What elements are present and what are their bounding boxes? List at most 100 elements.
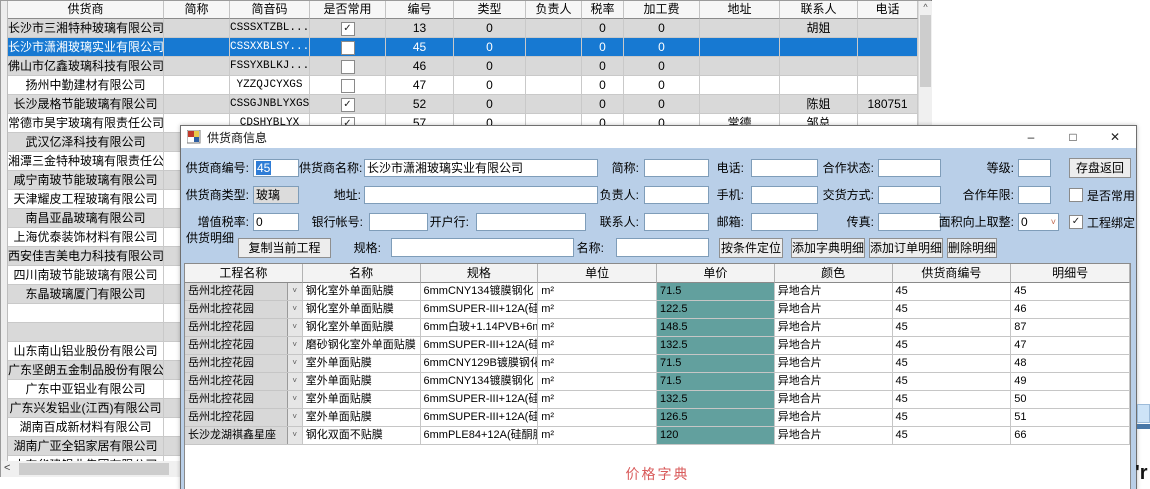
grade-input[interactable] (1018, 159, 1051, 177)
cell-common (310, 57, 386, 76)
table-row[interactable]: 长沙晟格节能玻璃有限公司CSSGJNBLYXGS52000陈姐180751 (8, 95, 918, 114)
table-row[interactable]: 长沙市三湘特种玻璃有限公司CSSSXTZBL...13000胡姐 (8, 19, 918, 38)
bank-account-input[interactable] (369, 213, 428, 231)
dialog-titlebar[interactable]: 供货商信息 – □ ✕ (181, 126, 1136, 148)
cell-name (8, 304, 164, 323)
chevron-down-icon[interactable]: ˅ (287, 391, 302, 408)
table-row[interactable]: 佛山市亿鑫玻璃科技有限公司FSSYXBLKJ...46000 (8, 57, 918, 76)
detail-cell-supplier_no: 45 (893, 283, 1012, 301)
detail-cell-project[interactable]: 岳州北控花园˅ (185, 319, 303, 337)
detail-cell-spec: 6mmCNY129B镀膜钢化 (421, 355, 539, 373)
delivery-method-input[interactable] (878, 186, 941, 204)
common-use-checkbox[interactable] (341, 60, 355, 74)
chevron-down-icon[interactable]: ˅ (287, 283, 302, 300)
detail-cell-project[interactable]: 长沙龙湖祺鑫星座˅ (185, 427, 303, 445)
detail-row[interactable]: 岳州北控花园˅室外单面贴膜6mmSUPER-III+12A(硅...m²132.… (185, 391, 1130, 409)
area-round-label: 面积向上取整: (926, 215, 1014, 229)
detail-grid-body: 岳州北控花园˅钢化室外单面贴膜6mmCNY134镀膜钢化m²71.5异地合片45… (185, 283, 1130, 445)
locate-by-condition-button[interactable]: 按条件定位 (719, 238, 783, 258)
common-use-checkbox[interactable] (341, 79, 355, 93)
email-input[interactable] (751, 213, 818, 231)
column-header-tax: 税率 (582, 1, 624, 19)
supplier-type-input[interactable]: 玻璃 (253, 186, 299, 204)
checkbox-icon[interactable] (1069, 215, 1083, 229)
chevron-down-icon[interactable]: ˅ (287, 319, 302, 336)
common-use-checkbox[interactable] (341, 98, 355, 112)
common-use-checkbox[interactable] (341, 41, 355, 55)
detail-cell-price: 148.5 (657, 319, 775, 337)
common-use-checkbox[interactable]: 是否常用 (1069, 186, 1135, 204)
chevron-down-icon[interactable]: ˅ (287, 355, 302, 372)
chevron-down-icon[interactable]: ˅ (1051, 214, 1058, 230)
save-return-button[interactable]: 存盘返回 (1069, 158, 1131, 178)
scroll-up-icon[interactable]: ^ (919, 2, 932, 12)
vat-rate-input[interactable]: 0 (253, 213, 299, 231)
close-button[interactable]: ✕ (1094, 126, 1136, 148)
add-dict-detail-button[interactable]: 添加字典明细 (791, 238, 865, 258)
maximize-button[interactable]: □ (1052, 126, 1094, 148)
coop-status-input[interactable] (878, 159, 941, 177)
supplier-name-input[interactable]: 长沙市潇湘玻璃实业有限公司 (364, 159, 598, 177)
scroll-left-icon[interactable]: < (4, 462, 10, 474)
coop-years-input[interactable] (1018, 186, 1051, 204)
bank-branch-input[interactable] (476, 213, 586, 231)
detail-cell-project[interactable]: 岳州北控花园˅ (185, 355, 303, 373)
table-row[interactable]: 长沙市潇湘玻璃实业有限公司CSSXXBLSY...45000 (8, 38, 918, 57)
supplier-no-label: 供货商编号: (185, 161, 249, 175)
horizontal-scrollbar-thumb[interactable] (19, 463, 169, 475)
chevron-down-icon[interactable]: ˅ (287, 337, 302, 354)
detail-cell-project[interactable]: 岳州北控花园 ˅ (185, 301, 303, 319)
detail-cell-color: 异地合片 (775, 301, 893, 319)
chevron-down-icon[interactable]: ˅ (287, 409, 302, 426)
phone-input[interactable] (751, 159, 818, 177)
spec-filter-input[interactable] (391, 238, 574, 257)
detail-row[interactable]: 长沙龙湖祺鑫星座˅钢化双面不贴膜6mmPLE84+12A(硅酮胶...m²120… (185, 427, 1130, 445)
area-round-combobox[interactable]: 0 ˅ (1018, 213, 1059, 231)
cell-phone (858, 19, 918, 38)
cell-name: 山东南山铝业股份有限公司 (8, 342, 164, 361)
delete-detail-button[interactable]: 删除明细 (947, 238, 997, 258)
email-label: 邮箱: (680, 215, 744, 229)
supplier-no-input[interactable]: 45 (253, 159, 299, 177)
name-filter-input[interactable] (616, 238, 709, 257)
detail-cell-unit: m² (538, 283, 657, 301)
table-row[interactable]: 扬州中勤建材有限公司YZZQJCYXGS47000 (8, 76, 918, 95)
detail-row[interactable]: 岳州北控花园˅室外单面贴膜6mmSUPER-III+12A(硅...m²126.… (185, 409, 1130, 427)
detail-cell-name: 钢化双面不贴膜 (303, 427, 421, 445)
project-combo-value: 岳州北控花园 (188, 301, 254, 318)
detail-cell-project[interactable]: 岳州北控花园˅ (185, 337, 303, 355)
detail-cell-unit: m² (538, 301, 657, 319)
detail-row[interactable]: 岳州北控花园˅钢化室外单面贴膜6mmCNY134镀膜钢化m²71.5异地合片45… (185, 283, 1130, 301)
mobile-input[interactable] (751, 186, 818, 204)
detail-column-header-name: 名称 (303, 264, 421, 283)
detail-row[interactable]: 岳州北控花园˅室外单面贴膜6mmCNY134镀膜钢化m²71.5异地合片4549 (185, 373, 1130, 391)
chevron-down-icon[interactable]: ˅ (287, 373, 302, 390)
chevron-down-icon[interactable]: ˅ (287, 427, 302, 444)
project-bind-checkbox[interactable]: 工程绑定 (1069, 213, 1135, 231)
contact-label: 联系人: (575, 215, 639, 229)
detail-column-header-detail_no: 明细号 (1011, 264, 1130, 283)
detail-row[interactable]: 岳州北控花园˅室外单面贴膜6mmCNY129B镀膜钢化m²71.5异地合片454… (185, 355, 1130, 373)
detail-row[interactable]: 岳州北控花园˅钢化室外单面贴膜6mm白玻+1.14PVB+6mm...m²148… (185, 319, 1130, 337)
detail-cell-spec: 6mmCNY134镀膜钢化 (421, 283, 539, 301)
column-header-address: 地址 (700, 1, 780, 19)
detail-cell-project[interactable]: 岳州北控花园˅ (185, 409, 303, 427)
cell-name: 咸宁南玻节能玻璃有限公司 (8, 171, 164, 190)
checkbox-icon[interactable] (1069, 188, 1083, 202)
common-use-checkbox[interactable] (341, 22, 355, 36)
detail-cell-project[interactable]: 岳州北控花园˅ (185, 373, 303, 391)
minimize-button[interactable]: – (1010, 126, 1052, 148)
cell-common (310, 76, 386, 95)
detail-cell-project[interactable]: 岳州北控花园˅ (185, 283, 303, 301)
vertical-scrollbar-thumb[interactable] (920, 15, 931, 87)
address-input[interactable] (364, 186, 598, 204)
detail-row[interactable]: 岳州北控花园˅钢化室外单面贴膜6mmSUPER-III+12A(硅...m²12… (185, 301, 1130, 319)
cell-contact: 陈姐 (780, 95, 858, 114)
detail-cell-project[interactable]: 岳州北控花园˅ (185, 391, 303, 409)
chevron-down-icon[interactable]: ˅ (287, 301, 302, 318)
copy-current-project-button[interactable]: 复制当前工程 (238, 238, 331, 258)
detail-row[interactable]: 岳州北控花园˅磨砂钢化室外单面贴膜6mmSUPER-III+12A(硅...m²… (185, 337, 1130, 355)
detail-cell-name: 室外单面贴膜 (303, 409, 421, 427)
detail-cell-spec: 6mmSUPER-III+12A(硅... (421, 301, 539, 319)
add-order-detail-button[interactable]: 添加订单明细 (869, 238, 943, 258)
